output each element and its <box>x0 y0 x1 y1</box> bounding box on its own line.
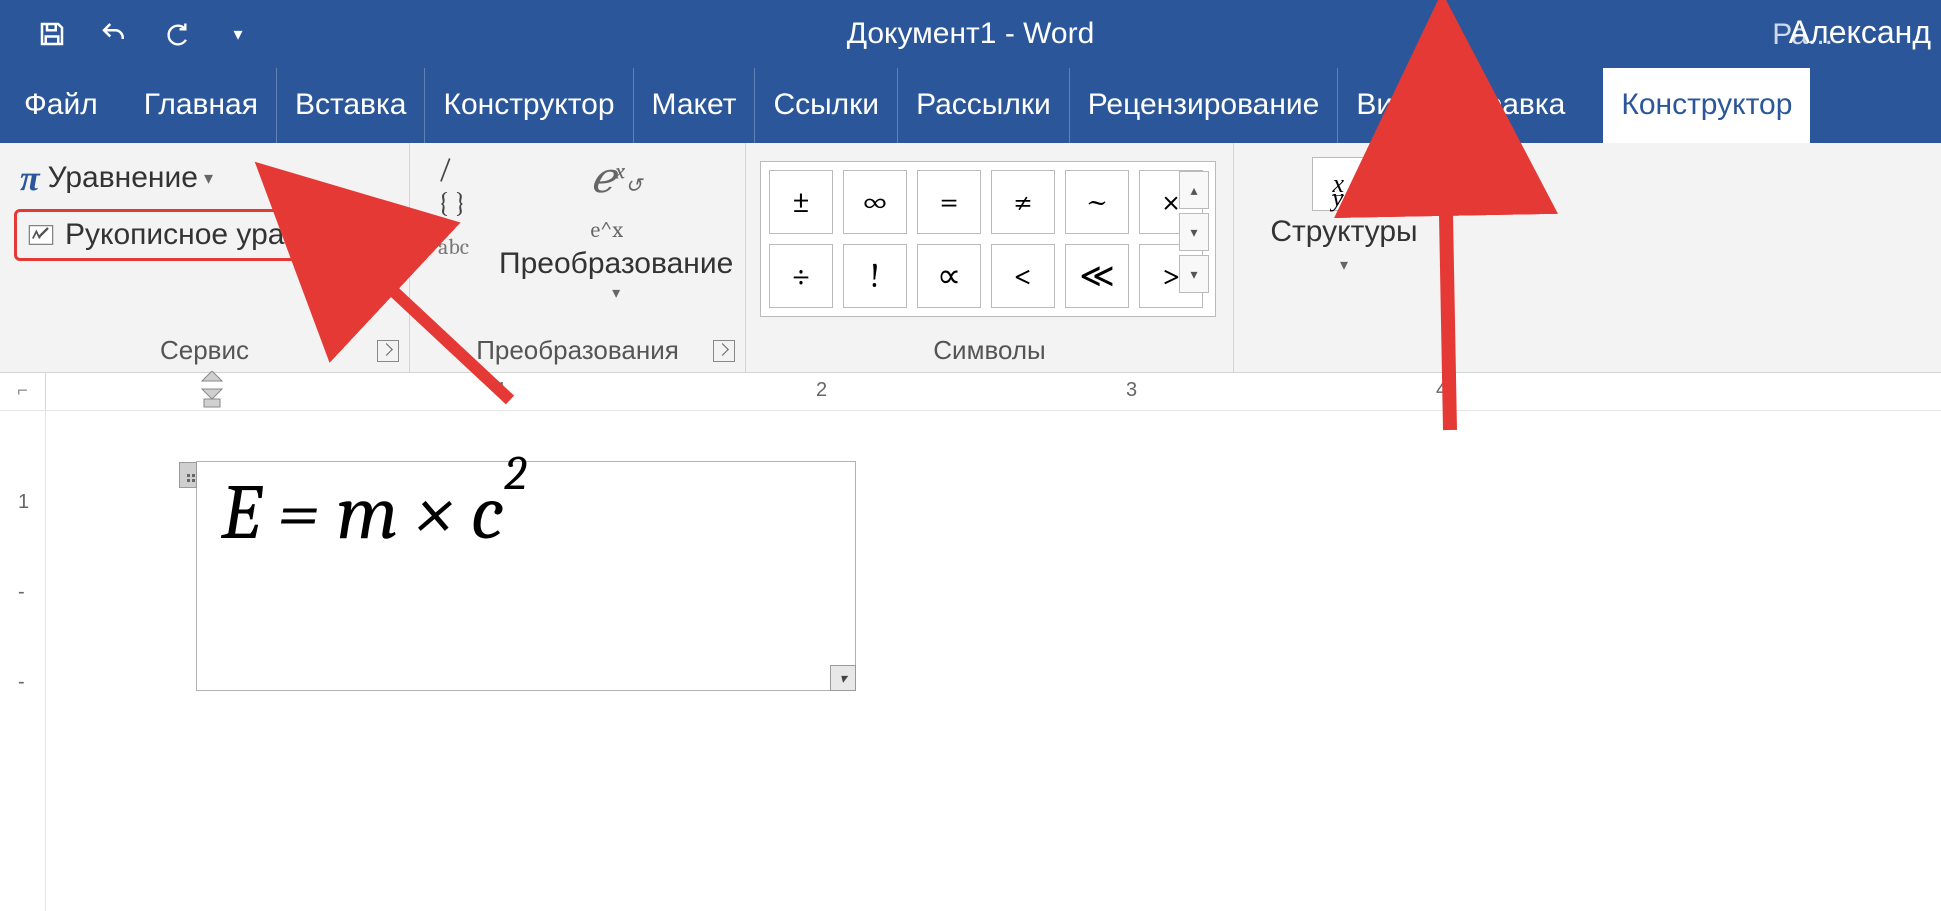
latex-format-button[interactable]: { } <box>438 187 466 221</box>
convert-button[interactable]: ℯx↺ e^x Преобразование ▾ <box>499 153 733 303</box>
undo-icon[interactable] <box>96 16 132 52</box>
redo-icon[interactable] <box>158 16 194 52</box>
chevron-down-icon: ▾ <box>204 168 213 189</box>
equation-gallery-label: Уравнение <box>48 161 198 195</box>
group-service: π Уравнение ▾ Рукописное уравнение Серви… <box>0 143 410 372</box>
tab-help[interactable]: Справка <box>1430 68 1584 143</box>
vruler-mark: 1 <box>18 491 29 514</box>
tab-view[interactable]: Вид <box>1338 68 1429 143</box>
group-conversion: / { } abc ℯx↺ e^x Преобразование ▾ Преоб… <box>410 143 746 372</box>
pi-icon: π <box>20 157 40 199</box>
text-format-button[interactable]: abc <box>438 234 469 260</box>
ink-equation-label: Рукописное уравнение <box>65 218 384 252</box>
ruler-mark: 3 <box>1126 379 1137 402</box>
symbol-propto[interactable]: ∝ <box>917 244 981 308</box>
group-conversion-launcher[interactable] <box>713 340 735 362</box>
symbol-plus-minus[interactable]: ± <box>769 170 833 234</box>
convert-icon: ℯx↺ e^x <box>590 153 641 247</box>
tab-design[interactable]: Конструктор <box>425 68 633 143</box>
structures-label: Структуры <box>1270 215 1417 249</box>
vertical-ruler[interactable]: 1 - - <box>0 411 46 911</box>
tab-references[interactable]: Ссылки <box>755 68 898 143</box>
structures-fraction-button[interactable]: xy Структуры ▾ <box>1270 157 1417 275</box>
vruler-mark: - <box>18 581 25 604</box>
page[interactable]: E = m × c2 ▾ <box>46 411 856 911</box>
ink-equation-icon <box>27 221 55 249</box>
tab-equation-design[interactable]: Конструктор <box>1603 68 1810 143</box>
symbol-less-than[interactable]: < <box>991 244 1055 308</box>
symbol-gallery: ± ∞ = ≠ ~ × ÷ ! ∝ < ≪ > <box>760 161 1216 317</box>
symbol-infinity[interactable]: ∞ <box>843 170 907 234</box>
document-area: 1 - - E = m × c2 ▾ <box>0 411 1941 911</box>
tab-insert[interactable]: Вставка <box>277 68 426 143</box>
symbol-factorial[interactable]: ! <box>843 244 907 308</box>
window-title: Документ1 - Word <box>0 17 1941 51</box>
equation-gallery-button[interactable]: π Уравнение ▾ <box>14 153 395 203</box>
convert-button-label: Преобразование <box>499 247 733 281</box>
title-bar: ▾ Документ1 - Word Ра... Александ <box>0 0 1941 68</box>
fraction-icon: xy <box>1312 157 1376 211</box>
symbol-gallery-more[interactable]: ▾ <box>1179 255 1209 293</box>
equation-options-button[interactable]: ▾ <box>830 665 856 691</box>
tab-layout[interactable]: Макет <box>634 68 756 143</box>
tab-file[interactable]: Файл <box>0 68 126 143</box>
save-icon[interactable] <box>34 16 70 52</box>
group-service-launcher[interactable] <box>377 340 399 362</box>
chevron-down-icon: ▾ <box>1340 255 1348 275</box>
account-username[interactable]: Александ <box>1789 14 1931 51</box>
symbol-much-less[interactable]: ≪ <box>1065 244 1129 308</box>
ribbon: π Уравнение ▾ Рукописное уравнение Серви… <box>0 143 1941 373</box>
symbol-scroll-down[interactable]: ▾ <box>1179 213 1209 251</box>
equation-content-control[interactable]: E = m × c2 ▾ <box>196 461 856 691</box>
ruler-mark: 1 <box>496 379 507 402</box>
chevron-down-icon: ▾ <box>612 283 620 303</box>
horizontal-ruler-area: ⌐ 1 2 3 4 <box>0 373 1941 411</box>
indent-marker-icon[interactable] <box>198 371 226 409</box>
linear-format-button[interactable]: / <box>438 153 452 187</box>
vruler-mark: - <box>18 671 25 694</box>
ruler-mark: 2 <box>816 379 827 402</box>
quick-access-toolbar: ▾ <box>0 16 256 52</box>
ink-equation-button[interactable]: Рукописное уравнение <box>14 209 410 261</box>
group-service-label: Сервис <box>0 335 409 366</box>
ruler-corner[interactable]: ⌐ <box>0 373 46 410</box>
symbol-equals[interactable]: = <box>917 170 981 234</box>
group-conversion-label: Преобразования <box>410 335 745 366</box>
tab-review[interactable]: Рецензирование <box>1070 68 1339 143</box>
group-symbols-label: Символы <box>746 335 1233 366</box>
symbol-scroll-up[interactable]: ▴ <box>1179 171 1209 209</box>
group-symbols: ± ∞ = ≠ ~ × ÷ ! ∝ < ≪ > ▴ ▾ ▾ Символы <box>746 143 1234 372</box>
qat-customize-icon[interactable]: ▾ <box>220 16 256 52</box>
symbol-divide[interactable]: ÷ <box>769 244 833 308</box>
horizontal-ruler[interactable]: 1 2 3 4 <box>46 373 1941 410</box>
equation-move-handle[interactable] <box>179 462 197 488</box>
equation-text[interactable]: E = m × c2 <box>221 468 526 690</box>
ruler-mark: 4 <box>1436 379 1447 402</box>
symbol-tilde[interactable]: ~ <box>1065 170 1129 234</box>
group-structures: xy Структуры ▾ <box>1234 143 1454 372</box>
tab-mailings[interactable]: Рассылки <box>898 68 1070 143</box>
ribbon-tabs: Файл Главная Вставка Конструктор Макет С… <box>0 68 1941 143</box>
symbol-not-equal[interactable]: ≠ <box>991 170 1055 234</box>
tab-home[interactable]: Главная <box>126 68 277 143</box>
